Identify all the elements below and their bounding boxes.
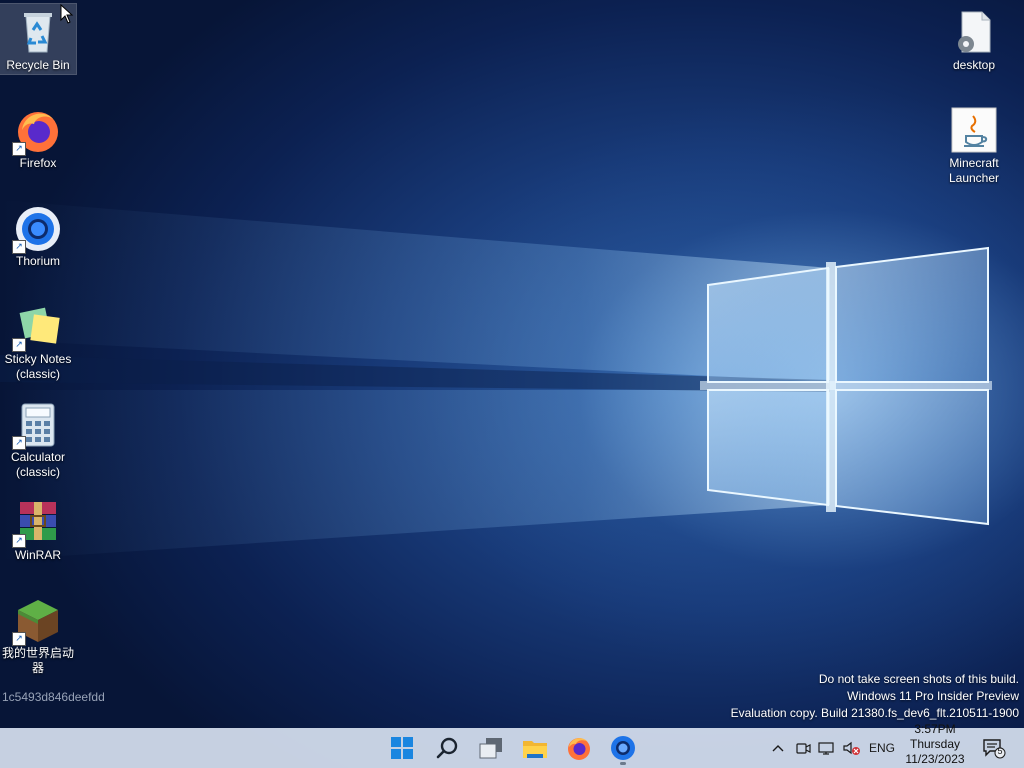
desktop-icon-firefox[interactable]: ↗ Firefox <box>0 102 76 171</box>
desktop-icon-minecraft-launcher[interactable]: Minecraft Launcher <box>936 102 1012 186</box>
camera-icon <box>796 743 811 754</box>
desktop-icon-label: WinRAR <box>14 548 61 562</box>
build-watermark: Do not take screen shots of this build. … <box>731 671 1019 722</box>
shortcut-arrow-icon: ↗ <box>12 632 26 646</box>
clock-date: 11/23/2023 <box>905 752 965 766</box>
file-explorer-button[interactable] <box>519 732 551 764</box>
task-view-icon <box>479 738 502 759</box>
network-tray-button[interactable] <box>817 728 837 768</box>
start-icon <box>391 737 413 759</box>
java-icon <box>950 106 998 154</box>
thorium-icon <box>611 736 635 760</box>
thorium-taskbar-button[interactable] <box>607 732 639 765</box>
shortcut-arrow-icon: ↗ <box>12 338 26 352</box>
running-indicator <box>620 762 626 765</box>
desktop-icon-label: Firefox <box>19 156 57 170</box>
firefox-taskbar-button[interactable] <box>563 732 595 764</box>
watermark-line: Evaluation copy. Build 21380.fs_dev6_flt… <box>730 706 1019 720</box>
recycle-bin-icon <box>14 8 62 56</box>
desktop-icon-label: Thorium <box>15 254 60 268</box>
chevron-up-icon <box>772 745 784 752</box>
notification-center-button[interactable]: 5 <box>982 728 1006 768</box>
settings-file-icon <box>950 8 998 56</box>
desktop-icon-desktop-file[interactable]: desktop <box>936 4 1012 73</box>
sticky-notes-icon: ↗ <box>12 302 62 352</box>
clock-time: 3:57PM <box>914 722 956 736</box>
firefox-icon <box>568 738 590 760</box>
mouse-cursor-icon <box>60 4 74 24</box>
input-language-button[interactable]: ENG <box>869 728 895 768</box>
desktop-icon-label: Minecraft Launcher <box>948 156 1000 185</box>
taskbar: ENG 3:57PM Thursday 11/23/2023 5 <box>0 722 1024 768</box>
clock-day: Thursday <box>909 737 961 751</box>
machine-id-label: 1c5493d846deefdd <box>2 690 105 704</box>
desktop-icon-label: Calculator (classic) <box>10 450 66 479</box>
volume-tray-button[interactable] <box>842 728 862 768</box>
winrar-icon: ↗ <box>12 498 62 548</box>
desktop-icon-label: Recycle Bin <box>6 58 70 72</box>
watermark-line: Windows 11 Pro Insider Preview <box>847 689 1019 703</box>
calculator-icon: ↗ <box>12 400 62 450</box>
desktop-icon-calculator[interactable]: ↗ Calculator (classic) <box>0 396 76 480</box>
desktop-icon-winrar[interactable]: ↗ WinRAR <box>0 494 76 563</box>
camera-tray-button[interactable] <box>794 728 812 768</box>
minecraft-block-icon: ↗ <box>12 596 62 646</box>
task-view-button[interactable] <box>475 732 507 764</box>
desktop-icon-minecraft-cn[interactable]: ↗ 我的世界启动器 <box>0 592 76 676</box>
watermark-line: Do not take screen shots of this build. <box>818 672 1019 686</box>
network-icon <box>818 742 834 755</box>
desktop-icon-sticky-notes[interactable]: ↗ Sticky Notes (classic) <box>0 298 76 382</box>
clock[interactable]: 3:57PM Thursday 11/23/2023 <box>902 722 968 767</box>
language-label: ENG <box>869 741 896 755</box>
volume-muted-icon <box>843 741 860 755</box>
shortcut-arrow-icon: ↗ <box>12 240 26 254</box>
shortcut-arrow-icon: ↗ <box>12 534 26 548</box>
search-button[interactable] <box>431 732 463 764</box>
desktop-icon-label: desktop <box>952 58 996 72</box>
thorium-icon: ↗ <box>12 204 62 254</box>
shortcut-arrow-icon: ↗ <box>12 142 26 156</box>
firefox-icon: ↗ <box>12 106 62 156</box>
shortcut-arrow-icon: ↗ <box>12 436 26 450</box>
windows-logo-wallpaper <box>0 200 992 560</box>
notification-count: 5 <box>997 746 1003 756</box>
file-explorer-icon <box>523 741 547 758</box>
start-button[interactable] <box>386 732 418 764</box>
desktop-icon-label: Sticky Notes (classic) <box>4 352 72 381</box>
desktop[interactable]: Recycle Bin ↗ Firefox ↗ Thorium ↗ Sticky… <box>0 0 1024 728</box>
search-icon <box>436 737 458 759</box>
desktop-icon-label: 我的世界启动器 <box>1 646 74 675</box>
desktop-icon-thorium[interactable]: ↗ Thorium <box>0 200 76 269</box>
show-hidden-icons-button[interactable] <box>770 728 786 768</box>
